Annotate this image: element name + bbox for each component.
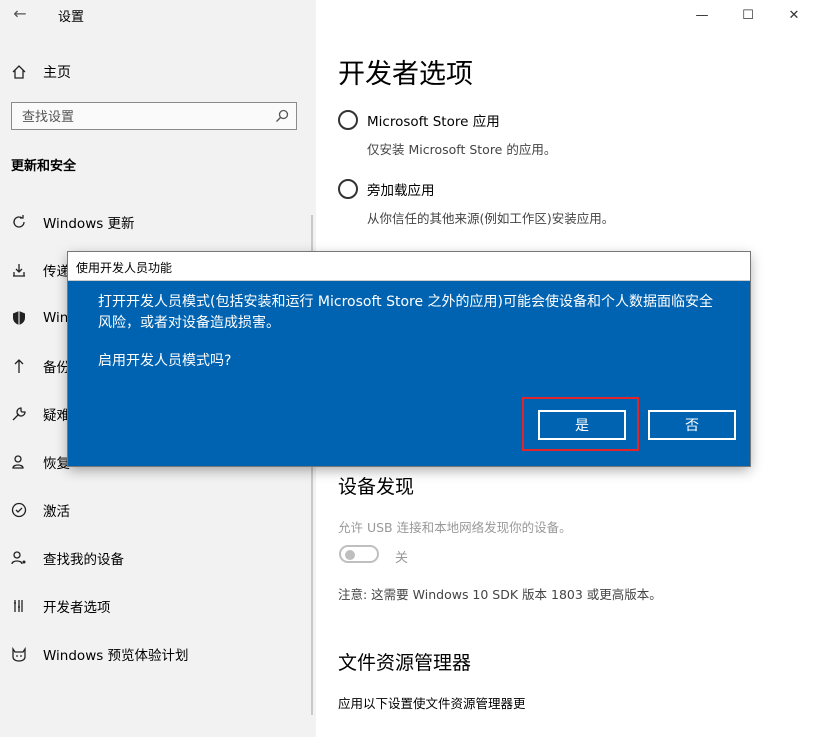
person-pin-icon (10, 549, 28, 567)
page-title: 开发者选项 (338, 59, 473, 90)
search-box (11, 102, 297, 131)
section-title: 更新和安全 (11, 159, 77, 174)
dialog-question: 启用开发人员模式吗? (98, 353, 232, 369)
sidebar-item-delivery[interactable]: 传递 (10, 258, 70, 282)
sidebar-item-backup[interactable]: 备份 (10, 354, 70, 378)
search-input[interactable] (12, 103, 269, 131)
sidebar-item-label: Windows 预览体验计划 (43, 648, 189, 664)
option-store-apps[interactable]: Microsoft Store 应用 (338, 110, 500, 130)
file-explorer-heading: 文件资源管理器 (338, 652, 472, 674)
tools-icon (10, 597, 28, 615)
sidebar-item-find-my-device[interactable]: 查找我的设备 (10, 546, 124, 570)
option-description: 仅安装 Microsoft Store 的应用。 (367, 142, 557, 157)
minimize-button[interactable]: — (679, 0, 725, 30)
shield-icon (10, 309, 28, 327)
check-circle-icon (10, 501, 28, 519)
sidebar-item-label: 疑难 (43, 408, 70, 424)
dialog-title: 使用开发人员功能 (76, 261, 173, 275)
option-label: Microsoft Store 应用 (367, 114, 500, 130)
file-explorer-description: 应用以下设置使文件资源管理器更 (338, 696, 526, 711)
dialog-message: 打开开发人员模式(包括安装和运行 Microsoft Store 之外的应用)可… (98, 294, 713, 331)
sidebar-item-label: 查找我的设备 (43, 552, 124, 568)
no-button[interactable]: 否 (648, 410, 736, 440)
developer-mode-dialog: 使用开发人员功能 打开开发人员模式(包括安装和运行 Microsoft Stor… (68, 252, 750, 466)
device-discovery-heading: 设备发现 (338, 476, 415, 498)
sidebar-item-windows-update[interactable]: Windows 更新 (10, 210, 135, 234)
backup-icon (10, 357, 28, 375)
device-discovery-description: 允许 USB 连接和本地网络发现你的设备。 (338, 520, 572, 535)
sidebar-item-label: 激活 (43, 504, 70, 520)
window-controls: — ☐ ✕ (679, 0, 817, 30)
close-button[interactable]: ✕ (771, 0, 817, 30)
home-icon (10, 63, 28, 81)
app-title: 设置 (58, 10, 85, 25)
option-label: 旁加载应用 (367, 183, 435, 199)
radio-button[interactable] (338, 110, 358, 130)
sidebar-item-label: Windows 更新 (43, 216, 135, 232)
dialog-title-bar: 使用开发人员功能 (68, 252, 750, 281)
sidebar-item-label: 主页 (43, 65, 71, 81)
maximize-button[interactable]: ☐ (725, 0, 771, 30)
toggle-knob (345, 550, 355, 560)
toggle-state-label: 关 (395, 551, 409, 566)
sidebar-item-label: 恢复 (43, 456, 70, 472)
sidebar-item-developer-options[interactable]: 开发者选项 (10, 594, 111, 618)
sidebar-item-label: Win (43, 310, 69, 326)
sidebar-item-recovery[interactable]: 恢复 (10, 450, 70, 474)
option-sideload-apps[interactable]: 旁加载应用 (338, 179, 435, 199)
radio-button[interactable] (338, 179, 358, 199)
sidebar-item-activation[interactable]: 激活 (10, 498, 70, 522)
sidebar-item-windows-security[interactable]: Win (10, 306, 68, 330)
device-discovery-toggle[interactable] (339, 545, 379, 563)
delivery-icon (10, 261, 28, 279)
sidebar-item-home[interactable]: 主页 (10, 61, 71, 83)
sidebar-item-label: 备份 (43, 360, 70, 376)
option-description: 从你信任的其他来源(例如工作区)安装应用。 (367, 211, 615, 226)
highlight-box (522, 397, 639, 451)
sidebar-item-insider-program[interactable]: Windows 预览体验计划 (10, 642, 189, 666)
sidebar-item-label: 开发者选项 (43, 600, 111, 616)
title-bar: ← 设置 (0, 0, 316, 30)
sidebar-item-label: 传递 (43, 264, 70, 280)
search-icon[interactable] (274, 108, 290, 124)
sidebar-item-troubleshoot[interactable]: 疑难 (10, 402, 70, 426)
refresh-icon (10, 213, 28, 231)
back-arrow-icon[interactable]: ← (10, 4, 30, 24)
wrench-icon (10, 405, 28, 423)
cat-icon (10, 645, 28, 663)
recovery-icon (10, 453, 28, 471)
device-discovery-note: 注意: 这需要 Windows 10 SDK 版本 1803 或更高版本。 (338, 587, 662, 602)
